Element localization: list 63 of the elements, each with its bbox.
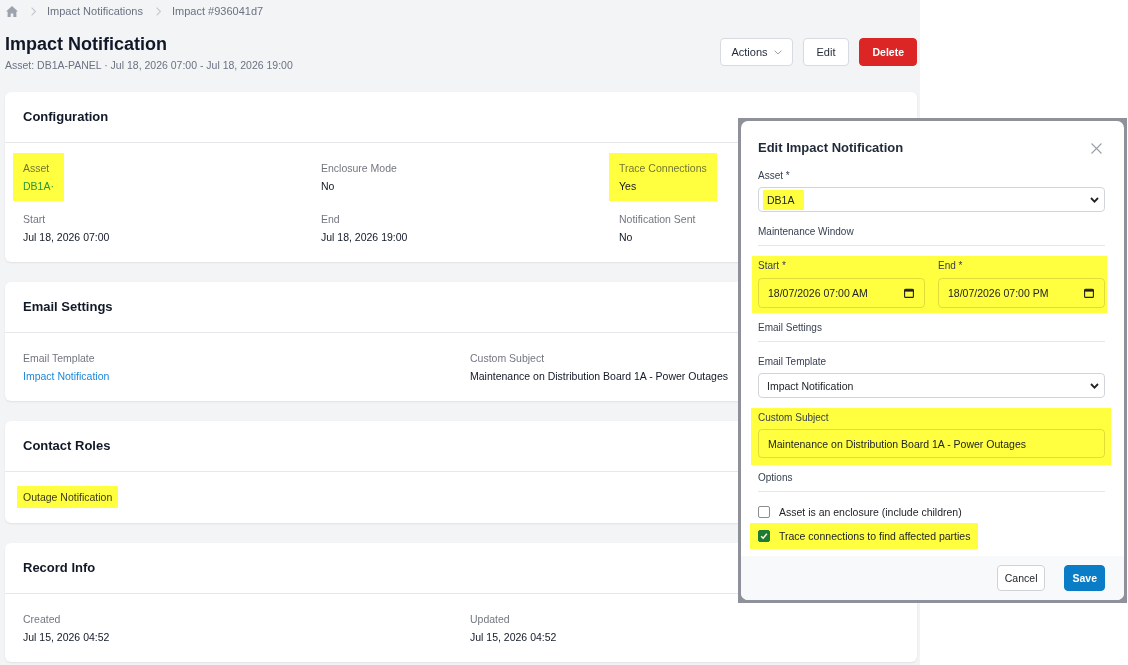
edit-button[interactable]: Edit	[802, 38, 850, 66]
select-value: Impact Notification	[767, 378, 854, 393]
chevron-down-icon	[1090, 382, 1099, 389]
field-value: Yes	[619, 179, 638, 194]
cancel-button[interactable]: Cancel	[996, 565, 1046, 591]
card-title: Configuration	[23, 108, 109, 126]
chevron-right-icon	[31, 6, 36, 16]
field-value: Jul 18, 2026 19:00	[321, 230, 408, 245]
field-value: Maintenance on Distribution Board 1A - Power Outages	[470, 369, 728, 384]
dialog-title: Edit Impact Notification	[758, 139, 904, 157]
field-label: Created	[23, 612, 62, 627]
field-label: End	[321, 212, 341, 227]
card-title: Record Info	[23, 559, 96, 577]
checkbox-label: Trace connections to find affected parties	[779, 529, 971, 543]
select-field[interactable]: DB1A	[758, 187, 1105, 212]
field-label: Start	[23, 212, 47, 227]
section-heading: Maintenance Window	[758, 225, 1105, 246]
card-title: Contact Roles	[23, 437, 111, 455]
field-label: Enclosure Mode	[321, 161, 397, 176]
field-value: Jul 18, 2026 07:00	[23, 230, 110, 245]
select-value: DB1A	[763, 189, 805, 210]
field-value: No	[321, 179, 336, 194]
save-button[interactable]: Save	[1064, 565, 1105, 591]
calendar-icon	[1084, 288, 1094, 298]
page-title: Impact Notification	[5, 33, 168, 56]
field-label: Trace Connections	[619, 161, 707, 176]
field-label: Custom Subject	[470, 351, 546, 366]
section-heading: Options	[758, 471, 1105, 492]
field-label: Asset	[23, 161, 51, 176]
text-input[interactable]: Maintenance on Distribution Board 1A - Power Outages	[758, 429, 1105, 458]
delete-button[interactable]: Delete	[859, 38, 917, 66]
field-value: Jul 15, 2026 04:52	[470, 630, 557, 645]
chevron-down-icon	[1090, 196, 1099, 203]
field-value: Jul 15, 2026 04:52	[23, 630, 110, 645]
field-label: Start *	[758, 259, 787, 273]
contact-role: Outage Notification	[17, 486, 119, 508]
field-label: End *	[938, 259, 964, 273]
field-label: Updated	[470, 612, 511, 627]
field-label: Notification Sent	[619, 212, 696, 227]
field-label: Custom Subject	[758, 411, 830, 425]
checkbox[interactable]	[758, 506, 770, 518]
select-field[interactable]: Impact Notification	[758, 373, 1105, 398]
card-title: Email Settings	[23, 298, 113, 316]
section-heading: Email Settings	[758, 321, 1105, 342]
field-label: Email Template	[758, 355, 828, 369]
actions-button[interactable]: Actions	[720, 38, 793, 66]
breadcrumb-link[interactable]: Impact #936041d7	[172, 4, 264, 18]
field-link[interactable]: DB1A·	[23, 178, 54, 194]
page-subtitle: Asset: DB1A-PANEL · Jul 18, 2026 07:00 - Jul 18, 2026 19:00	[5, 58, 293, 72]
close-icon[interactable]	[1091, 142, 1102, 154]
home-icon[interactable]	[6, 5, 18, 17]
date-input[interactable]: 18/07/2026 07:00 AM	[758, 278, 925, 308]
checkbox-label: Asset is an enclosure (include children)	[779, 505, 962, 519]
calendar-icon	[904, 288, 914, 298]
breadcrumb-link[interactable]: Impact Notifications	[47, 4, 143, 18]
chevron-down-icon	[773, 49, 782, 55]
field-label: Asset *	[758, 169, 791, 183]
chevron-right-icon	[156, 6, 161, 16]
field-value: No	[619, 230, 634, 245]
date-input[interactable]: 18/07/2026 07:00 PM	[938, 278, 1105, 308]
field-label: Email Template	[23, 351, 96, 366]
checkbox[interactable]	[758, 530, 770, 542]
field-link[interactable]: Impact Notification	[23, 368, 110, 384]
